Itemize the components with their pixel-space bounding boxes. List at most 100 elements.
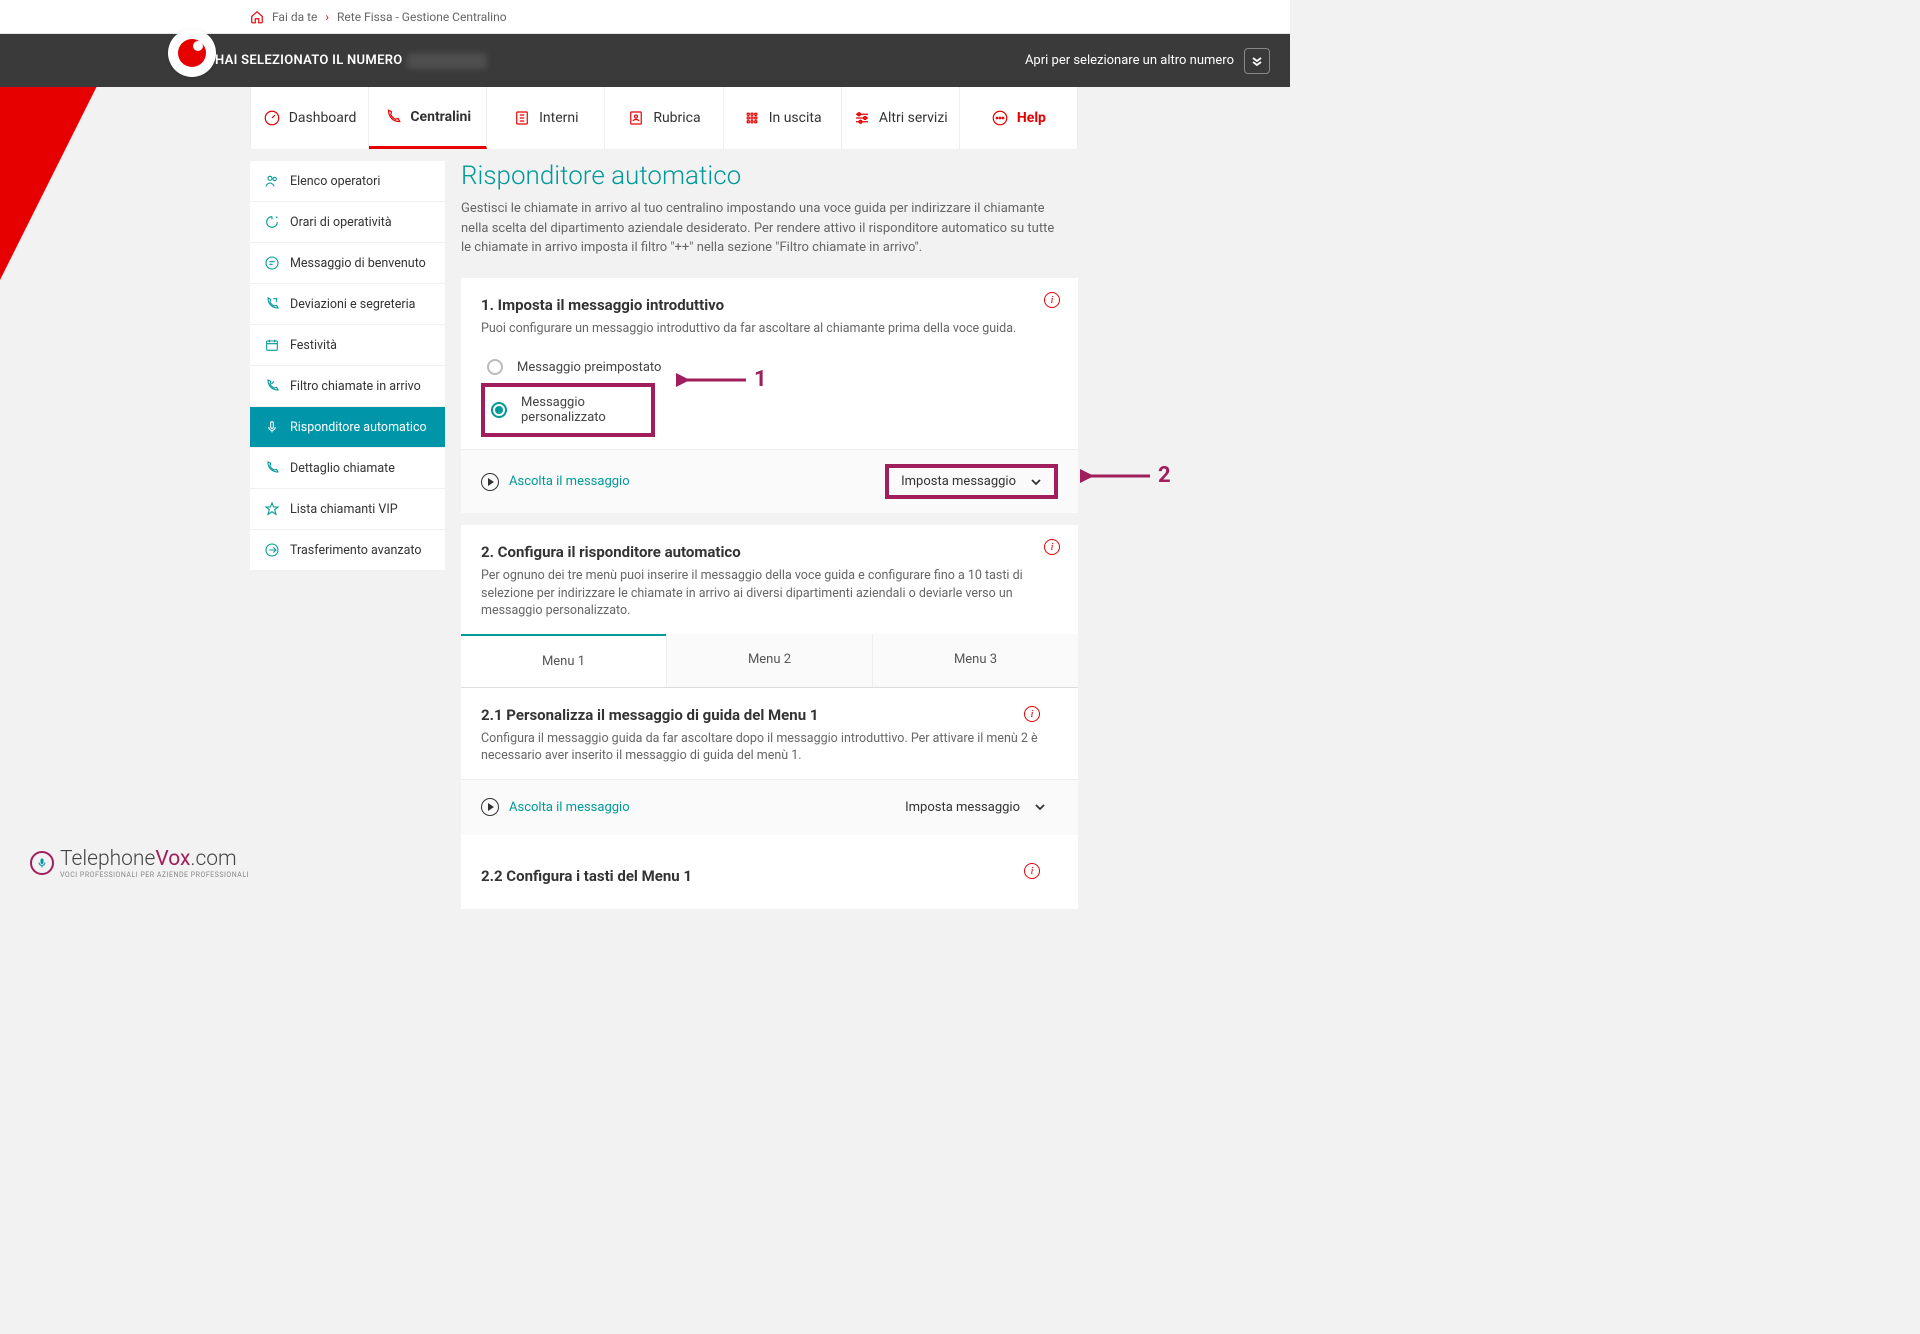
watermark-suffix: .com	[190, 847, 236, 871]
chevron-down-double-icon	[1251, 55, 1263, 67]
listen-row-step1: Ascolta il messaggio Imposta messaggio	[461, 449, 1078, 513]
annotation-arrow-2: 2	[1080, 463, 1171, 488]
step2-title: 2. Configura il risponditore automatico	[481, 543, 1058, 561]
gauge-icon	[263, 109, 281, 127]
tab-centralini-label: Centralini	[410, 109, 471, 125]
step1-title: 1. Imposta il messaggio introduttivo	[481, 296, 1058, 314]
tab-altri-servizi[interactable]: Altri servizi	[842, 87, 960, 149]
radio-personalizzato[interactable]: Messaggio personalizzato	[491, 391, 651, 429]
listen-row-step21: Ascolta il messaggio Imposta messaggio	[461, 779, 1078, 835]
listen-message-button[interactable]: Ascolta il messaggio	[481, 473, 630, 491]
step21-title: 2.1 Personalizza il messaggio di guida d…	[481, 706, 1058, 724]
card-step2: i 2. Configura il risponditore automatic…	[461, 525, 1078, 909]
sidebar-item-label: Lista chiamanti VIP	[290, 502, 398, 517]
annotation-arrow-1: 1	[676, 367, 767, 392]
annotation-number: 2	[1158, 463, 1171, 488]
sidebar-item-filtro-chiamate[interactable]: Filtro chiamate in arrivo	[250, 366, 445, 407]
info-icon[interactable]: i	[1024, 863, 1040, 879]
info-icon[interactable]: i	[1024, 706, 1040, 722]
tab-centralini[interactable]: Centralini	[369, 87, 487, 149]
tab-rubrica[interactable]: Rubrica	[605, 87, 723, 149]
sidebar-item-trasferimento[interactable]: Trasferimento avanzato	[250, 530, 445, 571]
number-selector-bar: HAI SELEZIONATO IL NUMERO Apri per selez…	[0, 34, 1290, 87]
tab-rubrica-label: Rubrica	[653, 110, 700, 126]
menu-tab-label: Menu 1	[542, 654, 585, 669]
info-icon[interactable]: i	[1044, 292, 1060, 308]
info-icon[interactable]: i	[1044, 539, 1060, 555]
radio-icon	[487, 359, 503, 375]
step22-title: 2.2 Configura i tasti del Menu 1	[481, 867, 1058, 885]
radio-label: Messaggio personalizzato	[521, 395, 651, 425]
selected-number-label: HAI SELEZIONATO IL NUMERO	[215, 53, 403, 68]
tab-in-uscita[interactable]: In uscita	[724, 87, 842, 149]
expand-number-selector-button[interactable]	[1244, 48, 1270, 74]
tab-help[interactable]: Help	[960, 87, 1077, 149]
menu-tab-2[interactable]: Menu 2	[666, 634, 872, 687]
tab-dashboard[interactable]: Dashboard	[251, 87, 369, 149]
step2-sub: Per ognuno dei tre menù puoi inserire il…	[481, 567, 1058, 620]
home-icon	[250, 10, 264, 24]
tab-help-label: Help	[1017, 110, 1046, 126]
sidebar-item-deviazioni[interactable]: Deviazioni e segreteria	[250, 284, 445, 325]
step21-sub: Configura il messaggio guida da far asco…	[481, 730, 1058, 765]
tab-interni-label: Interni	[539, 110, 578, 126]
main-navigation: Dashboard Centralini Interni Rubrica In …	[250, 87, 1078, 149]
phone-icon	[384, 108, 402, 126]
dialpad-icon	[743, 109, 761, 127]
radio-label: Messaggio preimpostato	[517, 360, 661, 375]
listen-label: Ascolta il messaggio	[509, 800, 630, 815]
brand-logo	[168, 29, 216, 77]
sidebar-item-orari[interactable]: Orari di operatività	[250, 202, 445, 243]
tab-interni[interactable]: Interni	[487, 87, 605, 149]
office-phone-icon	[513, 109, 531, 127]
sidebar-item-vip[interactable]: Lista chiamanti VIP	[250, 489, 445, 530]
watermark-brand2: Vox	[155, 847, 190, 871]
watermark-tagline: VOCI PROFESSIONALI PER AZIENDE PROFESSIO…	[60, 871, 249, 879]
sidebar-item-risponditore[interactable]: Risponditore automatico	[250, 407, 445, 448]
radio-icon-selected	[491, 402, 507, 418]
microphone-badge-icon	[30, 851, 54, 875]
chevron-down-icon	[1030, 476, 1042, 488]
annotation-number: 1	[754, 367, 767, 392]
sidebar-item-elenco-operatori[interactable]: Elenco operatori	[250, 161, 445, 202]
menu-tab-1[interactable]: Menu 1	[461, 634, 666, 687]
play-icon	[481, 473, 499, 491]
set-message-dropdown[interactable]: Imposta messaggio	[893, 794, 1058, 821]
page-title: Risponditore automatico	[461, 161, 1078, 191]
watermark: TelephoneVox.com VOCI PROFESSIONALI PER …	[30, 847, 249, 879]
breadcrumb-home[interactable]: Fai da te	[272, 10, 317, 24]
chevron-down-icon	[1034, 801, 1046, 813]
addressbook-icon	[627, 109, 645, 127]
sidebar-item-label: Dettaglio chiamate	[290, 461, 395, 476]
sidebar-item-label: Filtro chiamate in arrivo	[290, 379, 421, 394]
listen-label: Ascolta il messaggio	[509, 474, 630, 489]
main-panel: Risponditore automatico Gestisci le chia…	[461, 161, 1078, 921]
menu-tab-3[interactable]: Menu 3	[872, 634, 1078, 687]
sidebar-item-label: Deviazioni e segreteria	[290, 297, 415, 312]
page-description: Gestisci le chiamate in arrivo al tuo ce…	[461, 199, 1061, 258]
tab-dashboard-label: Dashboard	[289, 110, 357, 126]
card-step1: i 1. Imposta il messaggio introduttivo P…	[461, 278, 1078, 514]
sidebar-item-label: Festività	[290, 338, 337, 353]
set-message-label: Imposta messaggio	[905, 800, 1020, 815]
highlight-messaggio-personalizzato: Messaggio personalizzato	[481, 383, 655, 437]
breadcrumb-page[interactable]: Rete Fissa - Gestione Centralino	[337, 10, 507, 24]
tab-altri-servizi-label: Altri servizi	[879, 110, 948, 126]
sidebar-item-dettaglio-chiamate[interactable]: Dettaglio chiamate	[250, 448, 445, 489]
listen-message-button[interactable]: Ascolta il messaggio	[481, 798, 630, 816]
chat-icon	[991, 109, 1009, 127]
set-message-dropdown[interactable]: Imposta messaggio	[885, 464, 1058, 499]
step1-sub: Puoi configurare un messaggio introdutti…	[481, 320, 1058, 338]
sidebar-item-label: Messaggio di benvenuto	[290, 256, 426, 271]
sidebar-item-label: Elenco operatori	[290, 174, 380, 189]
sidebar-item-festivita[interactable]: Festività	[250, 325, 445, 366]
radio-preimpostato[interactable]: Messaggio preimpostato	[481, 351, 1058, 383]
chevron-right-icon: ›	[325, 10, 329, 24]
play-icon	[481, 798, 499, 816]
menu-tabs: Menu 1 Menu 2 Menu 3	[461, 634, 1078, 688]
selected-number-value	[407, 53, 487, 69]
sidebar-item-benvenuto[interactable]: Messaggio di benvenuto	[250, 243, 445, 284]
watermark-brand: Telephone	[60, 847, 155, 871]
sidebar-item-label: Trasferimento avanzato	[290, 543, 422, 558]
sidebar-item-label: Risponditore automatico	[290, 420, 427, 435]
